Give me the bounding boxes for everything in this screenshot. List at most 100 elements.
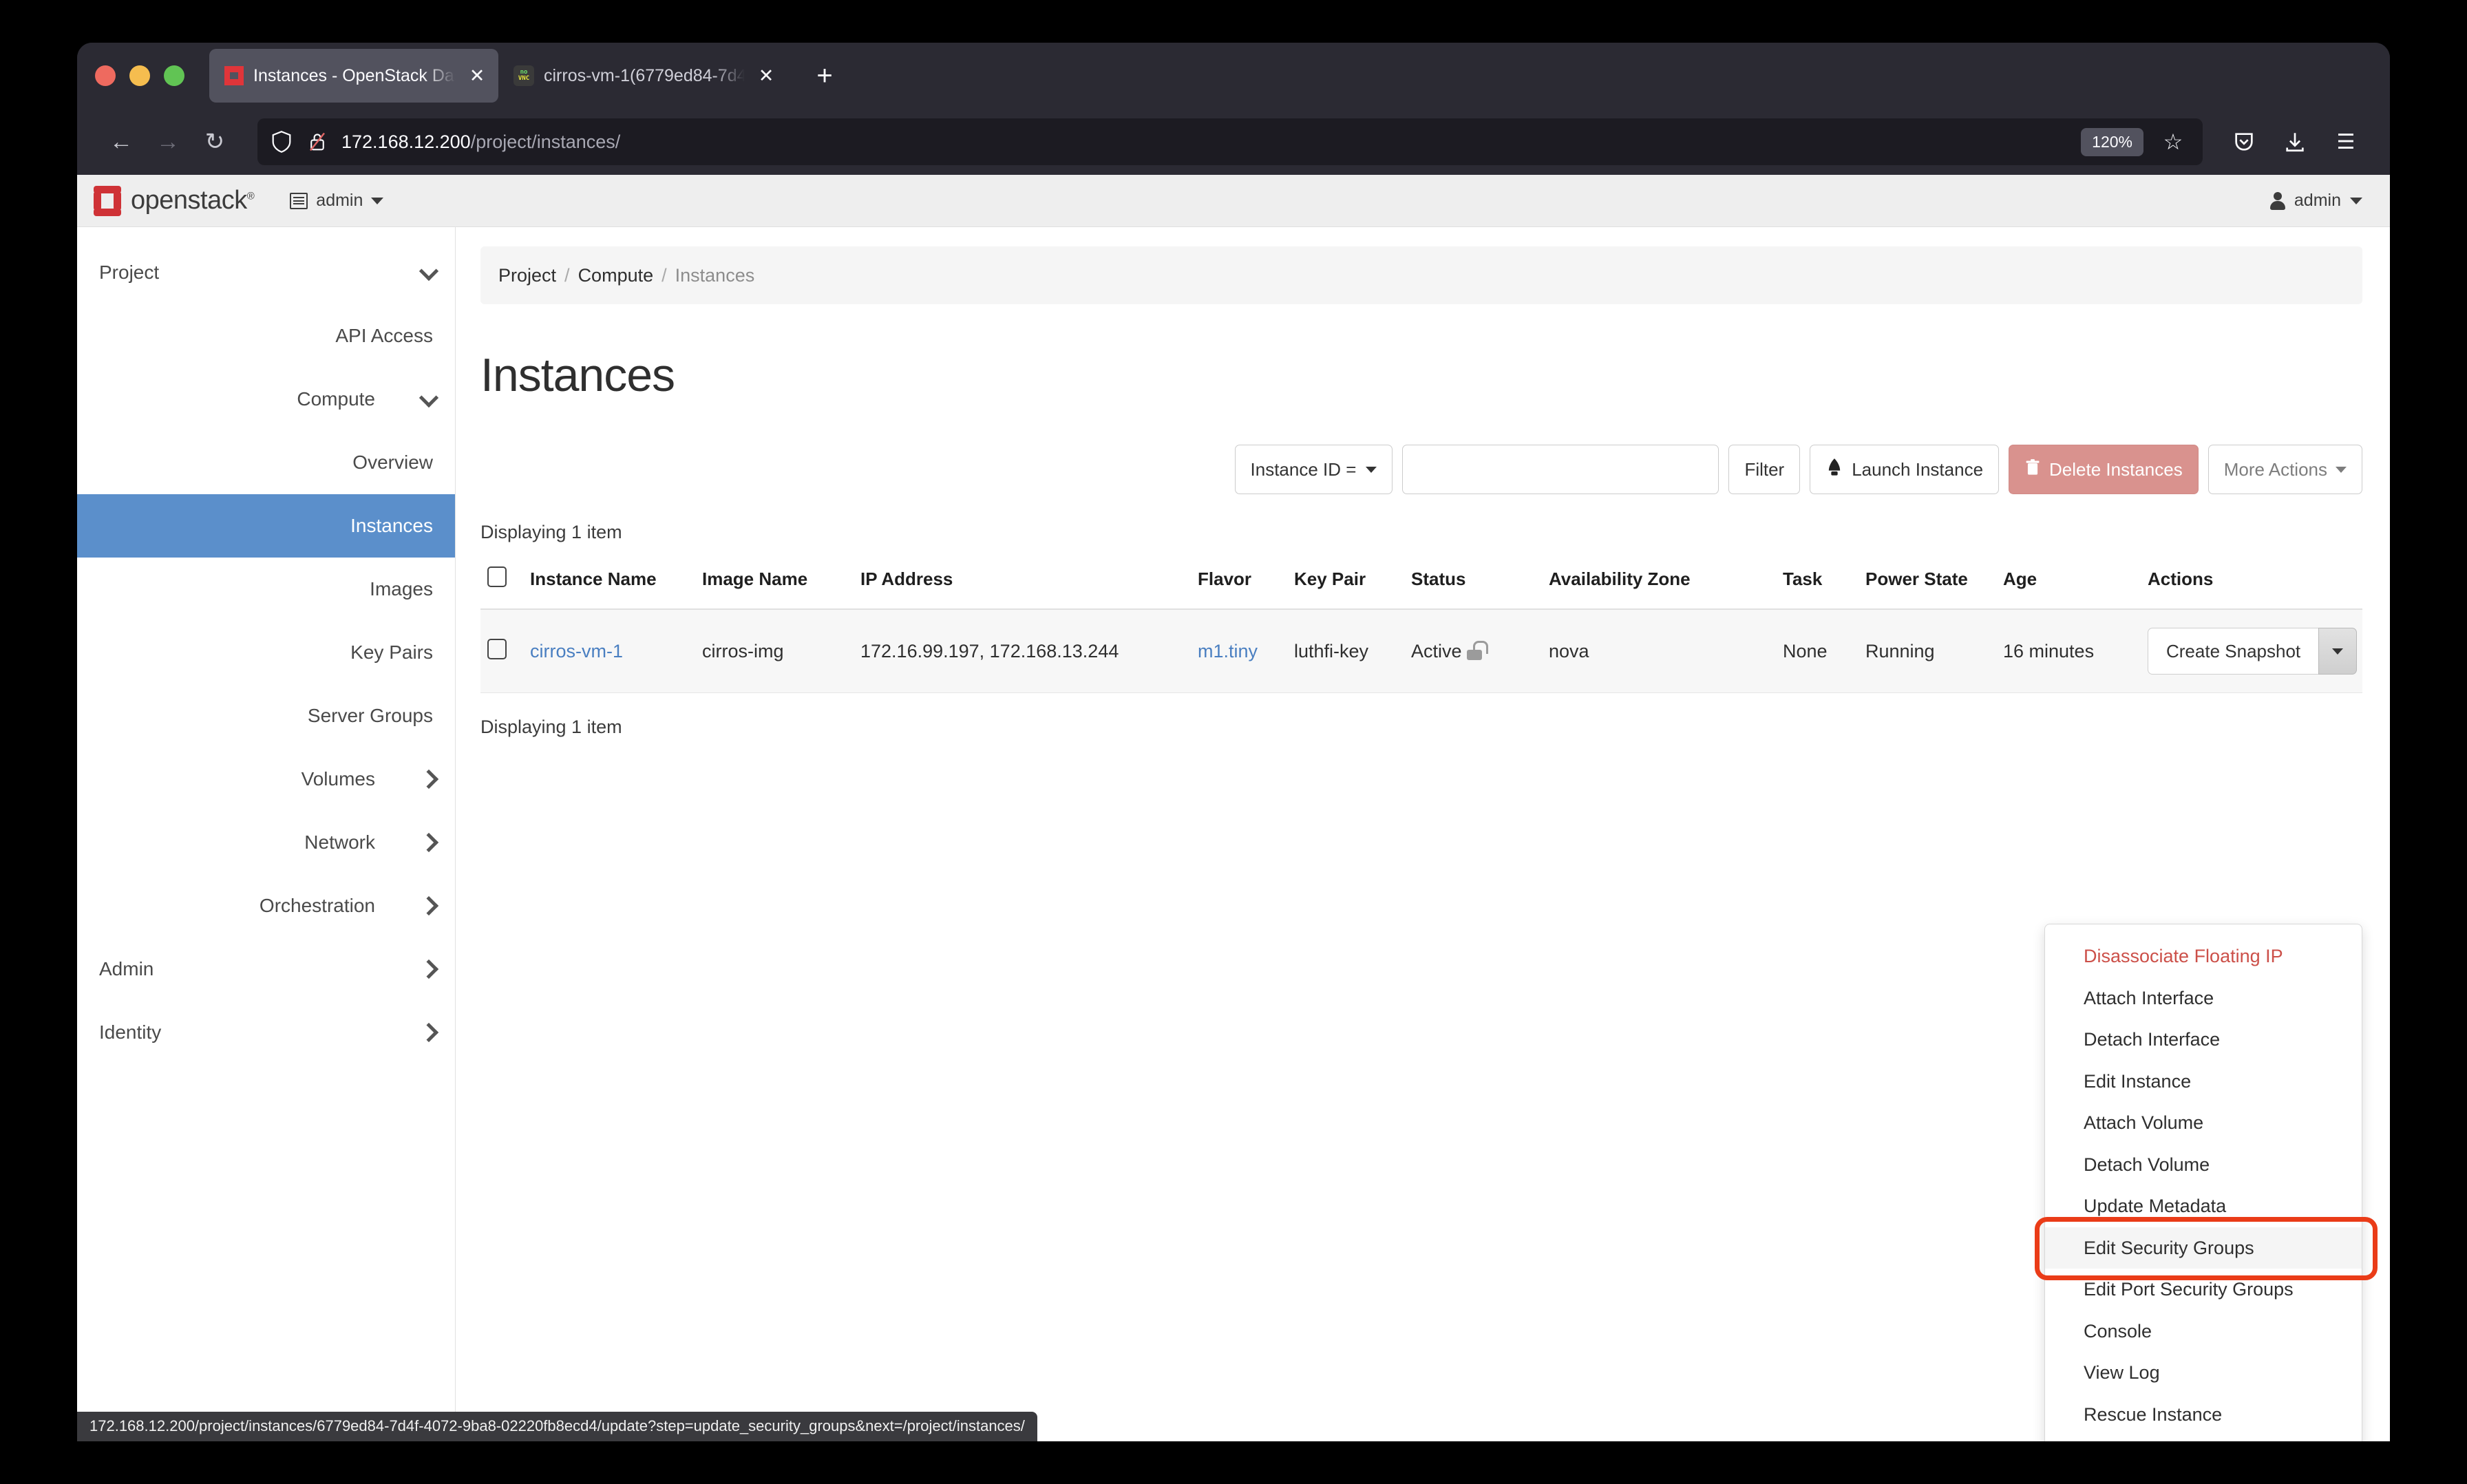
col-age[interactable]: Age	[1996, 566, 2141, 610]
browser-tab-instances[interactable]: Instances - OpenStack Dashboa ✕	[209, 49, 498, 103]
sidebar-item-overview[interactable]: Overview	[77, 431, 455, 494]
forward-button[interactable]: →	[145, 118, 191, 165]
menu-item-edit-port-security-groups[interactable]: Edit Port Security Groups	[2045, 1269, 2362, 1311]
chevron-right-icon	[419, 832, 439, 853]
launch-instance-button[interactable]: Launch Instance	[1810, 445, 2000, 494]
col-task[interactable]: Task	[1776, 566, 1859, 610]
chevron-right-icon	[419, 1022, 439, 1043]
chevron-down-icon	[1366, 466, 1377, 473]
table-head: Instance Name Image Name IP Address Flav…	[480, 566, 2362, 610]
hamburger-menu-icon[interactable]: ☰	[2322, 118, 2369, 165]
chevron-down-icon	[419, 261, 439, 282]
sidebar-item-admin[interactable]: Admin	[77, 937, 455, 1001]
filter-field-select[interactable]: Instance ID =	[1234, 445, 1393, 494]
col-power-state[interactable]: Power State	[1859, 566, 1996, 610]
page-viewport: openstack® admin admin Project API Acces…	[77, 175, 2390, 1441]
menu-item-rescue-instance[interactable]: Rescue Instance	[2045, 1394, 2362, 1436]
sidebar-item-compute[interactable]: Compute	[77, 368, 455, 431]
reload-button[interactable]: ↻	[191, 118, 238, 165]
user-menu[interactable]: admin	[2269, 191, 2362, 211]
menu-item-edit-security-groups[interactable]: Edit Security Groups	[2045, 1227, 2362, 1269]
col-instance-name[interactable]: Instance Name	[523, 566, 695, 610]
url-bar[interactable]: 172.168.12.200/project/instances/ 120% ☆	[257, 118, 2203, 165]
close-tab-icon[interactable]: ✕	[465, 66, 489, 85]
status-badge: Active	[1411, 640, 1462, 661]
sidebar-item-api-access[interactable]: API Access	[77, 304, 455, 368]
downloads-icon[interactable]	[2272, 118, 2318, 165]
browser-window: Instances - OpenStack Dashboa ✕ noVNC ci…	[77, 43, 2390, 1441]
cell-instance-name: cirros-vm-1	[523, 609, 695, 693]
sidebar-item-volumes[interactable]: Volumes	[77, 748, 455, 811]
list-icon	[290, 192, 308, 209]
select-all-header	[480, 566, 523, 610]
sidebar-item-key-pairs[interactable]: Key Pairs	[77, 621, 455, 684]
project-switcher[interactable]: admin	[290, 191, 384, 211]
menu-item-edit-instance[interactable]: Edit Instance	[2045, 1061, 2362, 1103]
tab-strip: Instances - OpenStack Dashboa ✕ noVNC ci…	[77, 43, 2390, 109]
col-flavor[interactable]: Flavor	[1191, 566, 1287, 610]
chevron-down-icon	[2350, 197, 2362, 204]
minimize-window-button[interactable]	[129, 65, 150, 86]
insecure-lock-icon[interactable]	[306, 130, 329, 153]
more-actions-button[interactable]: More Actions	[2207, 445, 2362, 494]
sidebar-item-label: Network	[304, 831, 375, 853]
col-image-name[interactable]: Image Name	[695, 566, 854, 610]
delete-instances-button[interactable]: Delete Instances	[2009, 445, 2199, 494]
table-row[interactable]: cirros-vm-1 cirros-img 172.16.99.197, 17…	[480, 609, 2362, 693]
chevron-down-icon	[2336, 466, 2347, 473]
menu-item-view-log[interactable]: View Log	[2045, 1352, 2362, 1394]
flavor-link[interactable]: m1.tiny	[1198, 641, 1258, 661]
cell-key-pair: luthfi-key	[1287, 609, 1404, 693]
sidebar-item-instances[interactable]: Instances	[77, 494, 455, 558]
sidebar-item-server-groups[interactable]: Server Groups	[77, 684, 455, 748]
shield-icon[interactable]	[270, 130, 293, 153]
breadcrumb-item-compute[interactable]: Compute	[578, 265, 654, 286]
new-tab-button[interactable]: +	[805, 61, 844, 92]
breadcrumb-item-project[interactable]: Project	[498, 265, 556, 286]
browser-tab-console[interactable]: noVNC cirros-vm-1(6779ed84-7d4f-40 ✕	[498, 49, 787, 103]
openstack-logo[interactable]: openstack®	[94, 185, 255, 216]
cell-age: 16 minutes	[1996, 609, 2141, 693]
instances-table: Instance Name Image Name IP Address Flav…	[480, 566, 2362, 693]
create-snapshot-button[interactable]: Create Snapshot	[2148, 628, 2319, 675]
sidebar-item-project[interactable]: Project	[77, 241, 455, 304]
menu-item-disassociate-floating-ip[interactable]: Disassociate Floating IP	[2045, 935, 2362, 977]
instance-name-link[interactable]: cirros-vm-1	[530, 641, 623, 661]
col-key-pair[interactable]: Key Pair	[1287, 566, 1404, 610]
col-status[interactable]: Status	[1404, 566, 1542, 610]
sidebar-item-label: Admin	[99, 958, 154, 979]
maximize-window-button[interactable]	[164, 65, 184, 86]
sidebar-item-identity[interactable]: Identity	[77, 1001, 455, 1064]
sidebar-item-label: Overview	[352, 452, 433, 473]
sidebar-item-orchestration[interactable]: Orchestration	[77, 874, 455, 937]
table-body: cirros-vm-1 cirros-img 172.16.99.197, 17…	[480, 609, 2362, 693]
sidebar-item-label: Server Groups	[307, 705, 433, 726]
sidebar-item-network[interactable]: Network	[77, 811, 455, 874]
launch-icon	[1825, 458, 1843, 482]
menu-item-attach-interface[interactable]: Attach Interface	[2045, 977, 2362, 1019]
row-checkbox[interactable]	[487, 638, 507, 659]
menu-item-attach-volume[interactable]: Attach Volume	[2045, 1102, 2362, 1144]
pocket-icon[interactable]	[2221, 118, 2267, 165]
browser-status-bar: 172.168.12.200/project/instances/6779ed8…	[77, 1412, 1037, 1441]
close-tab-icon[interactable]: ✕	[754, 66, 778, 85]
launch-instance-label: Launch Instance	[1852, 458, 1984, 480]
col-ip-address[interactable]: IP Address	[854, 566, 1191, 610]
col-availability-zone[interactable]: Availability Zone	[1542, 566, 1776, 610]
select-all-checkbox[interactable]	[487, 566, 507, 587]
menu-item-detach-interface[interactable]: Detach Interface	[2045, 1019, 2362, 1061]
menu-item-update-metadata[interactable]: Update Metadata	[2045, 1185, 2362, 1227]
close-window-button[interactable]	[95, 65, 116, 86]
chevron-down-icon	[2332, 648, 2344, 655]
filter-search-input[interactable]	[1402, 445, 1719, 494]
chevron-down-icon	[419, 388, 439, 408]
bookmark-star-icon[interactable]: ☆	[2156, 129, 2190, 155]
zoom-level-badge[interactable]: 120%	[2081, 127, 2143, 156]
menu-item-pause-instance[interactable]: Pause Instance	[2045, 1435, 2362, 1441]
row-actions-dropdown-toggle[interactable]	[2318, 628, 2358, 675]
menu-item-console[interactable]: Console	[2045, 1311, 2362, 1353]
filter-button[interactable]: Filter	[1728, 445, 1801, 494]
menu-item-detach-volume[interactable]: Detach Volume	[2045, 1144, 2362, 1186]
sidebar-item-images[interactable]: Images	[77, 558, 455, 621]
back-button[interactable]: ←	[98, 118, 145, 165]
